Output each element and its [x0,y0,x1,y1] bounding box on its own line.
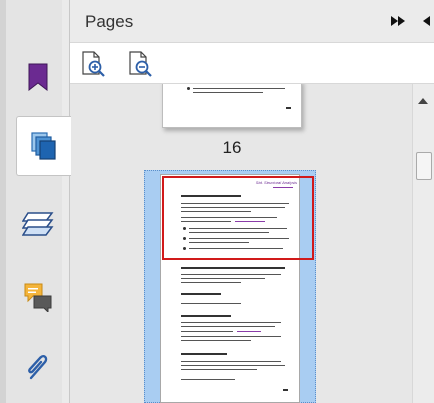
subsection-heading [181,315,231,317]
text-line [181,365,285,366]
section-heading [181,267,285,269]
text-line [181,361,281,362]
layers-icon [22,212,54,236]
comments-tab[interactable] [14,268,62,326]
text-line [181,322,281,323]
collapse-arrow-icon[interactable] [418,14,434,28]
text-line [193,92,263,93]
panel-header: Pages [70,0,434,42]
visible-area-rectangle[interactable] [162,176,314,260]
subsection-heading [181,353,227,355]
paperclip-icon [28,354,48,380]
pages-icon [31,132,56,160]
fast-forward-icon[interactable] [390,14,408,28]
bookmark-icon [28,63,48,91]
page-number-mark [283,389,288,391]
text-line [181,369,257,370]
page-number-mark [286,107,291,109]
page-label-16: 16 [222,138,242,157]
scrollbar-thumb[interactable] [416,152,432,180]
scroll-up-arrow-icon[interactable] [418,98,428,104]
text-line [181,326,275,327]
strip-edge [0,0,6,403]
text-line [181,282,241,283]
layers-tab[interactable] [14,195,62,253]
text-line [181,278,265,279]
zoom-in-page-icon [82,51,105,77]
subsection-heading [181,293,221,295]
thumbnail-toolbar [70,42,434,84]
text-line [181,274,281,275]
text-line [181,379,235,380]
bookmarks-tab[interactable] [14,48,62,106]
reduce-thumbnails-button[interactable] [127,51,153,77]
text-line [181,303,241,304]
thumbnail-pane[interactable]: 16 Std. Structural Analysis [70,84,412,403]
bullet [187,87,190,90]
text-line [181,331,233,332]
text-line [181,340,251,341]
attachments-tab[interactable] [14,338,62,396]
page-thumbnails-tab[interactable] [16,116,71,176]
comment-icon [24,283,52,312]
text-line [181,336,281,337]
page-thumbnail-16[interactable] [162,84,302,128]
vertical-scrollbar[interactable] [412,84,434,403]
link-line [237,331,261,332]
enlarge-thumbnails-button[interactable] [80,51,106,77]
text-line [193,88,285,89]
panel-title: Pages [85,12,134,31]
zoom-out-page-icon [129,51,152,77]
